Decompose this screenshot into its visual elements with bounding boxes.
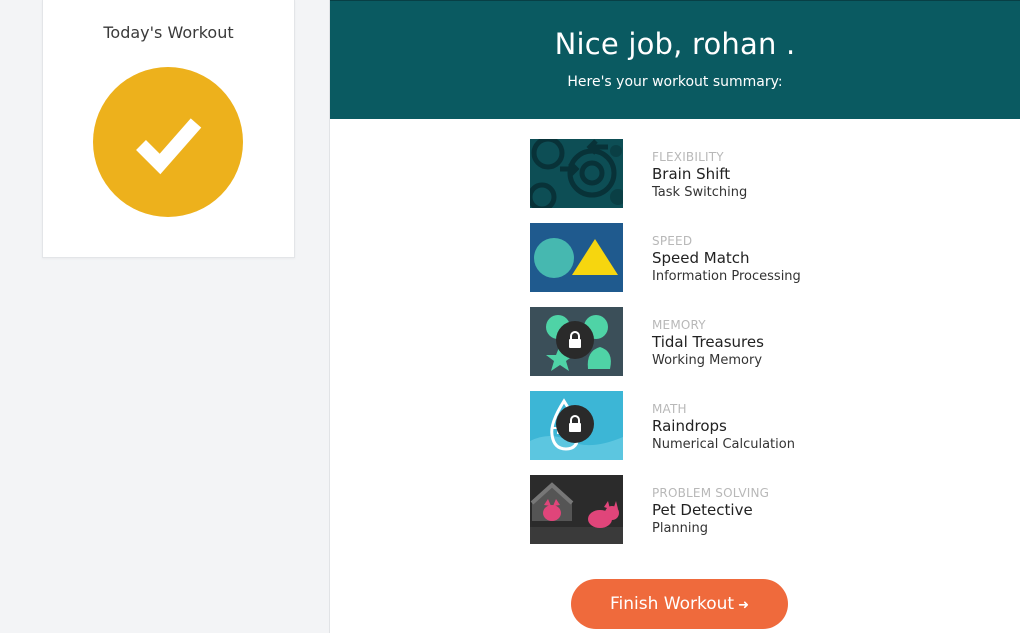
game-skill: Numerical Calculation [652, 437, 795, 452]
arrow-right-icon: ➜ [738, 598, 749, 613]
finish-workout-label: Finish Workout [610, 594, 735, 614]
game-skill: Planning [652, 521, 708, 536]
game-skill: Task Switching [652, 185, 748, 200]
workout-summary-panel: Nice job, rohan . Here's your workout su… [330, 0, 1020, 633]
tidal-treasures-thumbnail [530, 307, 623, 376]
game-name: Pet Detective [652, 501, 753, 519]
summary-header: Nice job, rohan . Here's your workout su… [330, 0, 1020, 119]
workout-complete-badge [93, 67, 243, 217]
game-name: Brain Shift [652, 165, 731, 183]
card-title: Today's Workout [103, 23, 234, 42]
summary-subtitle: Here's your workout summary: [567, 74, 783, 90]
locked-badge [556, 405, 594, 443]
game-category: FLEXIBILITY [652, 150, 724, 164]
brain-shift-thumbnail [530, 139, 623, 208]
game-name: Speed Match [652, 249, 750, 267]
game-info: FLEXIBILITY Brain Shift Task Switching [652, 149, 747, 201]
game-category: MATH [652, 402, 687, 416]
game-skill: Information Processing [652, 269, 801, 284]
game-list: FLEXIBILITY Brain Shift Task Switching S… [530, 139, 950, 559]
game-name: Raindrops [652, 417, 727, 435]
game-item-tidal-treasures[interactable]: MEMORY Tidal Treasures Working Memory [530, 307, 950, 391]
game-category: SPEED [652, 234, 693, 248]
lock-icon [569, 331, 581, 348]
raindrops-thumbnail [530, 391, 623, 460]
todays-workout-card: Today's Workout [42, 0, 295, 258]
finish-workout-button[interactable]: Finish Workout ➜ [571, 579, 788, 629]
game-category: MEMORY [652, 318, 706, 332]
sidebar: Today's Workout [0, 0, 330, 633]
locked-badge [556, 321, 594, 359]
game-item-brain-shift[interactable]: FLEXIBILITY Brain Shift Task Switching [530, 139, 950, 223]
greeting-title: Nice job, rohan . [554, 27, 796, 61]
pet-detective-thumbnail [530, 475, 623, 544]
game-info: MATH Raindrops Numerical Calculation [652, 401, 795, 453]
checkmark-icon [136, 118, 202, 175]
game-name: Tidal Treasures [652, 333, 764, 351]
game-skill: Working Memory [652, 353, 763, 368]
game-info: MEMORY Tidal Treasures Working Memory [652, 317, 764, 369]
speed-match-thumbnail [530, 223, 623, 292]
game-category: PROBLEM SOLVING [652, 486, 770, 500]
game-info: SPEED Speed Match Information Processing [652, 233, 801, 285]
game-item-raindrops[interactable]: MATH Raindrops Numerical Calculation [530, 391, 950, 475]
game-info: PROBLEM SOLVING Pet Detective Planning [652, 485, 769, 537]
game-item-speed-match[interactable]: SPEED Speed Match Information Processing [530, 223, 950, 307]
game-item-pet-detective[interactable]: PROBLEM SOLVING Pet Detective Planning [530, 475, 950, 559]
lock-icon [569, 415, 581, 432]
